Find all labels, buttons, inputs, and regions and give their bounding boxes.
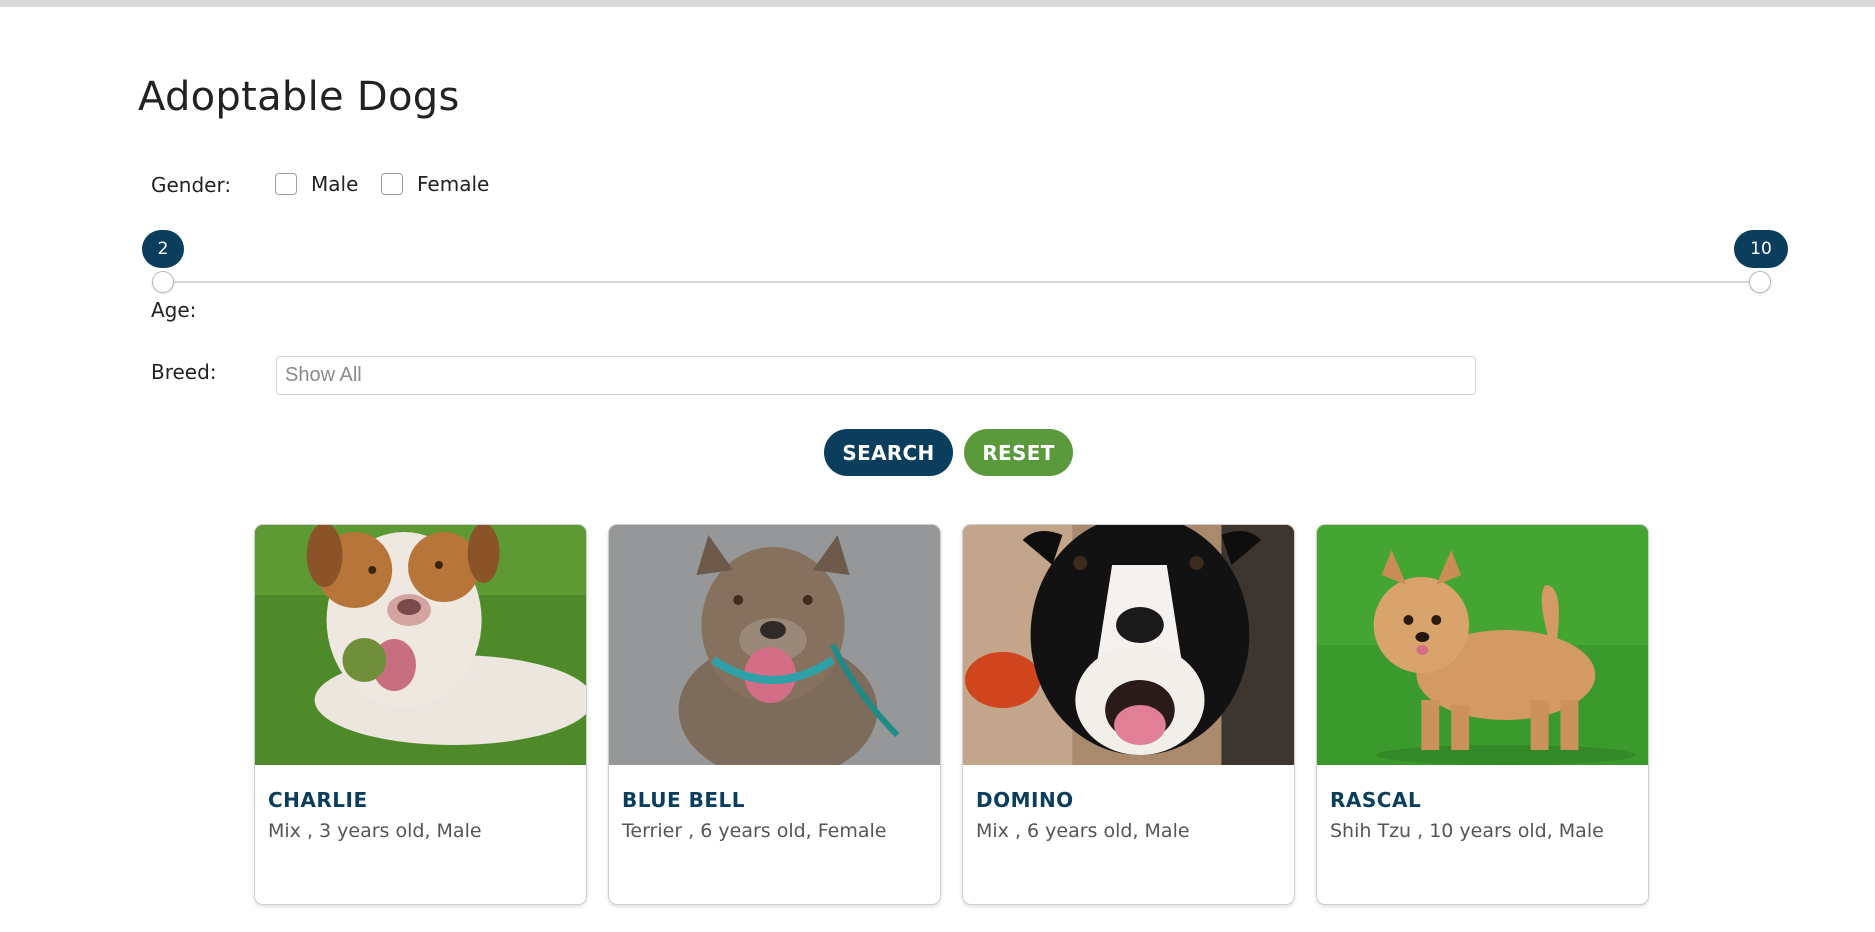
dog-details: Shih Tzu , 10 years old, Male [1330,820,1604,842]
page-title: Adoptable Dogs [138,74,460,120]
gender-option-male[interactable]: Male [275,172,358,196]
female-label[interactable]: Female [417,172,489,196]
dog-card-rascal[interactable]: RASCAL Shih Tzu , 10 years old, Male [1316,524,1649,905]
dog-name[interactable]: DOMINO [976,788,1294,812]
age-min-handle[interactable] [152,271,174,293]
dog-details: Mix , 6 years old, Male [976,820,1190,842]
dog-photo-rascal[interactable] [1317,525,1648,765]
dog-details: Terrier , 6 years old, Female [622,820,887,842]
age-label: Age: [151,298,197,322]
top-border [0,0,1875,7]
search-button[interactable]: SEARCH [824,429,953,476]
dog-card-blue-bell[interactable]: BLUE BELL Terrier , 6 years old, Female [608,524,941,905]
breed-input[interactable] [276,356,1476,395]
age-max-handle[interactable] [1749,271,1771,293]
male-label[interactable]: Male [311,172,358,196]
reset-button[interactable]: RESET [964,429,1073,476]
dog-card-domino[interactable]: DOMINO Mix , 6 years old, Male [962,524,1295,905]
gender-option-female[interactable]: Female [381,172,489,196]
dog-name[interactable]: BLUE BELL [622,788,940,812]
gender-label: Gender: [151,173,232,197]
breed-label: Breed: [151,360,217,384]
dog-name[interactable]: CHARLIE [268,788,586,812]
dog-photo-domino[interactable] [963,525,1294,765]
dog-details: Mix , 3 years old, Male [268,820,482,842]
dog-card-list: CHARLIE Mix , 3 years old, Male BLUE BEL… [254,524,1649,905]
dog-card-charlie[interactable]: CHARLIE Mix , 3 years old, Male [254,524,587,905]
dog-name[interactable]: RASCAL [1330,788,1648,812]
age-slider-track[interactable] [162,281,1760,283]
dog-photo-blue-bell[interactable] [609,525,940,765]
age-max-bubble: 10 [1734,230,1788,268]
dog-photo-charlie[interactable] [255,525,586,765]
male-checkbox[interactable] [275,173,297,195]
female-checkbox[interactable] [381,173,403,195]
age-min-bubble: 2 [142,230,184,268]
